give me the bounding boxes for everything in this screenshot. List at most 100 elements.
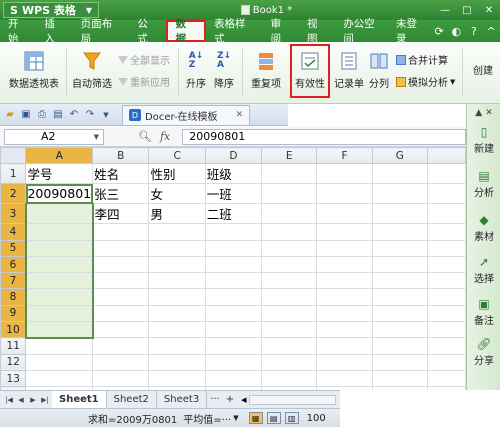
cell[interactable]	[261, 321, 318, 339]
sheet-list-icon[interactable]: ···	[207, 391, 223, 409]
column-header[interactable]: A	[25, 147, 94, 165]
row-header[interactable]: 7	[0, 272, 27, 290]
cell-d2[interactable]: 一班	[204, 183, 263, 205]
sort-descending-button[interactable]: Z↓ A 降序	[210, 50, 238, 91]
panel-scroll-icon[interactable]: ▲	[475, 108, 482, 118]
menu-formula[interactable]: 公式	[129, 18, 165, 45]
row-header[interactable]: 2	[0, 183, 27, 205]
cell-a2[interactable]: 20090801	[25, 183, 94, 205]
cell[interactable]	[261, 272, 318, 290]
horizontal-scrollbar[interactable]: ◀	[237, 394, 340, 405]
cell[interactable]	[261, 183, 318, 205]
skin-icon[interactable]: ◐	[449, 23, 464, 39]
cell[interactable]	[148, 288, 206, 306]
cell-a3[interactable]	[24, 203, 94, 225]
panel-backup-button[interactable]: ▣ 备注	[467, 296, 500, 327]
cell-c3[interactable]: 男	[148, 203, 206, 225]
chevron-up-icon[interactable]: ^	[484, 23, 499, 39]
cell[interactable]	[371, 353, 429, 371]
cell[interactable]	[148, 239, 206, 257]
panel-analysis-button[interactable]: ▤ 分析	[467, 168, 500, 199]
page-view-icon[interactable]: ▤	[266, 412, 281, 424]
reapply-button[interactable]: 重新应用	[118, 74, 170, 89]
split-columns-button[interactable]: 分列	[366, 50, 392, 90]
cell[interactable]	[427, 321, 466, 339]
open-folder-icon[interactable]: ▰	[3, 108, 17, 122]
merge-calculation-button[interactable]: 合并计算	[396, 52, 448, 67]
cell[interactable]	[427, 353, 466, 371]
name-box[interactable]: A2 ▼	[4, 128, 104, 145]
sheet-tab-sheet3[interactable]: Sheet3	[157, 390, 208, 409]
cell[interactable]	[316, 239, 373, 257]
cell[interactable]	[148, 337, 206, 355]
cell[interactable]	[261, 223, 318, 241]
cell[interactable]	[24, 223, 94, 241]
row-header[interactable]: 3	[0, 203, 27, 225]
cell[interactable]	[148, 223, 206, 241]
cell[interactable]	[148, 321, 206, 339]
print-icon[interactable]: ⎙	[35, 108, 49, 122]
cell[interactable]	[316, 304, 373, 323]
create-group-button[interactable]: 创建	[466, 62, 500, 77]
close-button[interactable]: ✕	[478, 0, 500, 20]
cell[interactable]	[316, 353, 373, 371]
row-header[interactable]: 5	[0, 239, 27, 257]
cell-c1[interactable]: 性别	[148, 163, 206, 185]
cell[interactable]	[261, 239, 318, 257]
cell[interactable]	[25, 353, 94, 371]
pivot-table-button[interactable]: 数据透视表	[6, 50, 62, 90]
column-header[interactable]: C	[148, 147, 206, 165]
cell[interactable]	[371, 239, 429, 257]
spreadsheet-grid[interactable]: A B C D E F G 1 学号 姓名 性别 班级 2 20090801 张…	[0, 147, 466, 390]
row-header[interactable]: 12	[0, 353, 27, 371]
column-header[interactable]: B	[92, 147, 150, 165]
cell[interactable]	[427, 337, 466, 355]
help-icon[interactable]: ?	[466, 23, 481, 39]
menu-table-style[interactable]: 表格样式	[206, 18, 263, 45]
formula-input[interactable]: 20090801	[182, 128, 466, 145]
row-header[interactable]: 9	[0, 304, 27, 323]
menu-insert[interactable]: 插入	[36, 18, 72, 45]
column-header[interactable]: G	[371, 147, 429, 165]
column-header[interactable]	[427, 147, 466, 165]
cell[interactable]	[92, 321, 150, 339]
cell[interactable]	[92, 239, 150, 257]
menu-home[interactable]: 开始	[0, 18, 36, 45]
panel-new-button[interactable]: ▯ 新建	[467, 124, 500, 155]
cell-a1[interactable]: 学号	[25, 163, 94, 185]
maximize-button[interactable]: □	[456, 0, 478, 20]
cell[interactable]	[316, 288, 373, 306]
cell[interactable]	[148, 304, 206, 323]
cell-b2[interactable]: 张三	[92, 183, 150, 205]
cell[interactable]	[371, 223, 429, 241]
prev-sheet-icon[interactable]: ◀	[16, 395, 26, 405]
cell[interactable]	[261, 369, 318, 388]
row-header[interactable]: 8	[0, 288, 27, 306]
cell[interactable]	[204, 304, 263, 323]
cell[interactable]	[24, 239, 94, 257]
close-tab-icon[interactable]: ✕	[236, 110, 244, 120]
sheet-tab-sheet1[interactable]: Sheet1	[52, 390, 107, 409]
cell[interactable]	[427, 304, 466, 323]
cell[interactable]	[25, 369, 94, 388]
cell[interactable]	[261, 203, 318, 225]
cell[interactable]	[261, 304, 318, 323]
cell[interactable]	[427, 255, 466, 274]
cell[interactable]	[316, 203, 373, 225]
cell[interactable]	[427, 163, 466, 185]
show-all-button[interactable]: 全部显示	[118, 52, 170, 67]
cell[interactable]	[261, 255, 318, 274]
cell[interactable]	[204, 255, 263, 274]
cell[interactable]	[24, 255, 94, 274]
scroll-track[interactable]	[248, 394, 336, 405]
chevron-down-icon[interactable]: ▼	[99, 108, 113, 122]
cell[interactable]	[316, 223, 373, 241]
cell-d1[interactable]: 班级	[204, 163, 263, 185]
cell[interactable]	[261, 353, 318, 371]
undo-icon[interactable]: ↶	[67, 108, 81, 122]
row-header[interactable]: 13	[0, 369, 27, 388]
first-sheet-icon[interactable]: |◀	[4, 395, 14, 405]
scroll-left-icon[interactable]: ◀	[241, 396, 246, 404]
panel-material-button[interactable]: ◆ 素材	[467, 212, 500, 243]
cell-c2[interactable]: 女	[148, 183, 206, 205]
